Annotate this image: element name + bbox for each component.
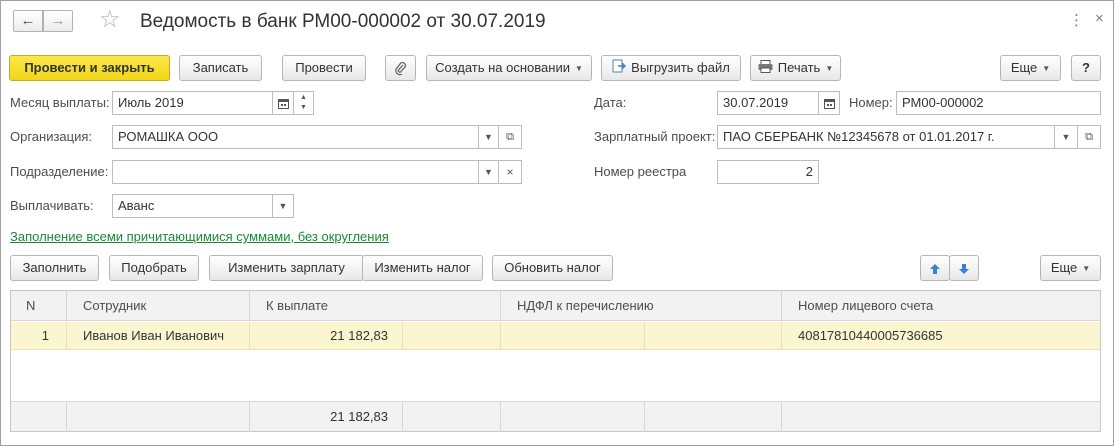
salary-project-field[interactable]: ПАО СБЕРБАНК №12345678 от 01.01.2017 г. — [717, 125, 1055, 149]
column-header-amount[interactable]: К выплате — [249, 291, 501, 321]
organization-field[interactable]: РОМАШКА ООО — [112, 125, 479, 149]
table-more-button[interactable]: Еще ▼ — [1040, 255, 1101, 281]
back-arrow-icon[interactable]: ← — [13, 10, 43, 32]
post-button[interactable]: Провести — [282, 55, 366, 81]
department-label: Подразделение: — [10, 164, 109, 179]
more-button[interactable]: Еще ▼ — [1000, 55, 1061, 81]
dropdown-caret-icon[interactable]: ▼ — [272, 194, 294, 218]
export-file-label: Выгрузить файл — [631, 60, 730, 75]
dropdown-caret-icon: ▼ — [825, 63, 834, 73]
footer-cell — [500, 402, 644, 432]
more-label: Еще — [1010, 60, 1038, 75]
table-footer: 21 182,83 — [11, 401, 1101, 432]
fill-mode-link[interactable]: Заполнение всеми причитающимися суммами,… — [10, 229, 389, 244]
change-tax-button[interactable]: Изменить налог — [362, 255, 483, 281]
dropdown-caret-icon[interactable]: ▼ — [478, 125, 499, 149]
cell-account: 40817810440005736685 — [781, 322, 1101, 350]
department-field[interactable] — [112, 160, 479, 184]
table-row[interactable]: 1 Иванов Иван Иванович 21 182,83 4081781… — [11, 322, 1100, 350]
move-down-icon[interactable] — [949, 255, 979, 281]
month-stepper[interactable]: ▲ ▼ — [293, 91, 314, 115]
pick-button[interactable]: Подобрать — [109, 255, 199, 281]
footer-cell — [11, 402, 66, 432]
registry-number-label: Номер реестра — [594, 164, 687, 179]
pay-type-label: Выплачивать: — [10, 198, 94, 213]
cell-ndfl — [500, 322, 644, 350]
export-file-button[interactable]: Выгрузить файл — [601, 55, 741, 81]
number-label: Номер: — [849, 95, 893, 110]
footer-cell — [644, 402, 782, 432]
more-options-icon[interactable]: ⋮ — [1069, 13, 1084, 29]
footer-cell — [781, 402, 1101, 432]
update-tax-button[interactable]: Обновить налог — [492, 255, 613, 281]
dropdown-caret-icon: ▼ — [574, 63, 583, 73]
close-icon[interactable]: × — [1095, 11, 1104, 27]
fill-button[interactable]: Заполнить — [10, 255, 99, 281]
paperclip-icon — [394, 60, 407, 75]
cell-ndfl-extra — [644, 322, 782, 350]
column-header-employee[interactable]: Сотрудник — [66, 291, 250, 321]
dropdown-caret-icon: ▼ — [1042, 63, 1051, 73]
calendar-icon[interactable] — [818, 91, 840, 115]
cell-amount-extra — [402, 322, 501, 350]
date-label: Дата: — [594, 95, 627, 110]
salary-project-label: Зарплатный проект: — [594, 129, 716, 144]
footer-cell — [66, 402, 250, 432]
column-header-ndfl[interactable]: НДФЛ к перечислению — [500, 291, 782, 321]
month-label: Месяц выплаты: — [10, 95, 110, 110]
cell-employee: Иванов Иван Иванович — [66, 322, 250, 350]
create-based-on-label: Создать на основании — [435, 60, 570, 75]
number-field[interactable]: РМ00-000002 — [896, 91, 1101, 115]
cell-amount: 21 182,83 — [249, 322, 402, 350]
create-based-on-button[interactable]: Создать на основании ▼ — [426, 55, 592, 81]
page-title: Ведомость в банк РМ00-000002 от 30.07.20… — [140, 11, 546, 32]
pay-type-field[interactable]: Аванс — [112, 194, 273, 218]
footer-total: 21 182,83 — [249, 402, 402, 432]
change-salary-button[interactable]: Изменить зарплату — [209, 255, 364, 281]
column-header-account[interactable]: Номер лицевого счета — [781, 291, 1101, 321]
dropdown-caret-icon[interactable]: ▼ — [478, 160, 499, 184]
clear-icon[interactable]: × — [498, 160, 522, 184]
footer-cell — [402, 402, 501, 432]
column-header-n[interactable]: N — [11, 291, 66, 321]
export-file-icon — [612, 57, 627, 81]
registry-number-field[interactable]: 2 — [717, 160, 819, 184]
calendar-icon[interactable] — [272, 91, 294, 115]
month-field[interactable]: Июль 2019 — [112, 91, 273, 115]
move-up-icon[interactable] — [920, 255, 950, 281]
table-header: N Сотрудник К выплате НДФЛ к перечислени… — [11, 291, 1100, 321]
print-label: Печать — [777, 60, 821, 75]
forward-arrow-icon[interactable]: → — [43, 10, 73, 32]
favorite-star-icon[interactable]: ☆ — [99, 7, 121, 33]
table-more-label: Еще — [1050, 260, 1078, 275]
open-link-icon[interactable]: ⧉ — [1077, 125, 1101, 149]
printer-icon — [758, 57, 773, 81]
print-button[interactable]: Печать ▼ — [750, 55, 841, 81]
help-button[interactable]: ? — [1071, 55, 1101, 81]
date-field[interactable]: 30.07.2019 — [717, 91, 819, 115]
post-and-close-button[interactable]: Провести и закрыть — [9, 55, 170, 81]
save-button[interactable]: Записать — [179, 55, 262, 81]
dropdown-caret-icon: ▼ — [1082, 263, 1091, 273]
dropdown-caret-icon[interactable]: ▼ — [1054, 125, 1078, 149]
attach-button[interactable] — [385, 55, 416, 81]
cell-n: 1 — [41, 328, 49, 343]
open-link-icon[interactable]: ⧉ — [498, 125, 522, 149]
employees-table[interactable]: N Сотрудник К выплате НДФЛ к перечислени… — [10, 290, 1101, 432]
organization-label: Организация: — [10, 129, 93, 144]
document-window: ← → ☆ Ведомость в банк РМ00-000002 от 30… — [0, 0, 1114, 446]
